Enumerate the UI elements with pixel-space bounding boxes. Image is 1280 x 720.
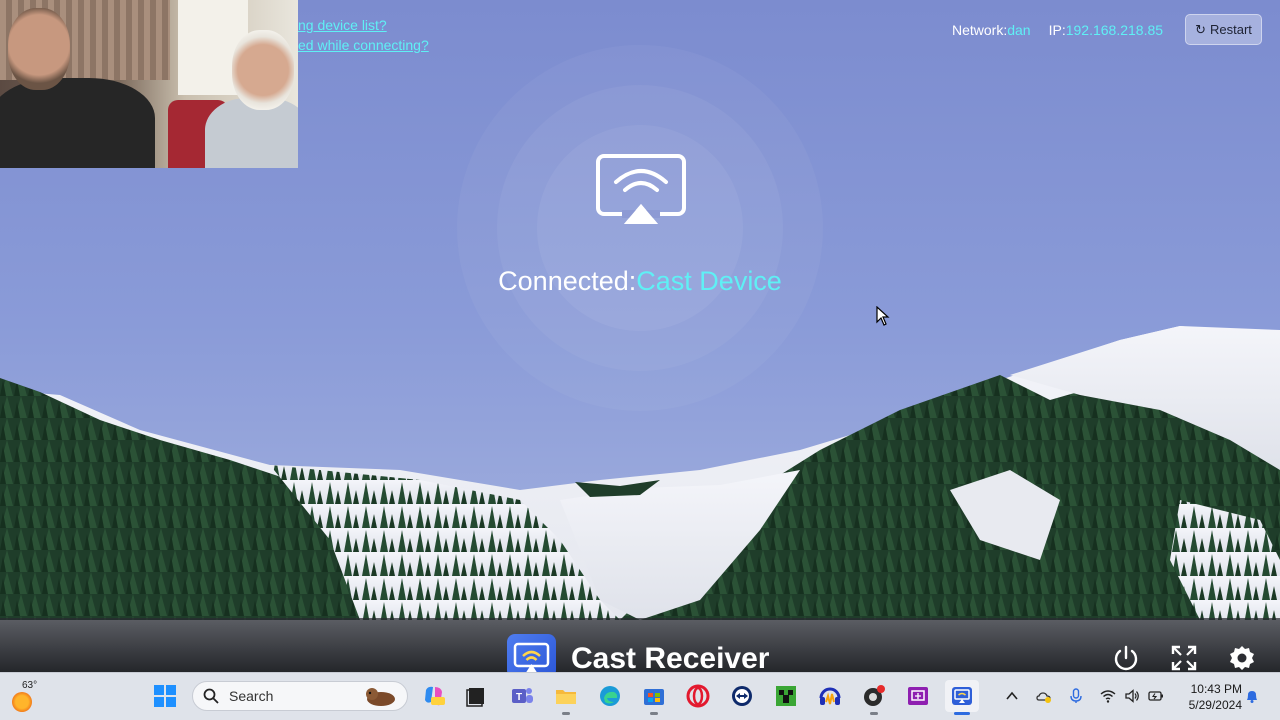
obs-icon: [864, 685, 885, 706]
running-indicator: [562, 712, 570, 715]
network-info: Network:dan IP:192.168.218.85: [952, 22, 1163, 38]
settings-icon: [1230, 646, 1254, 670]
file-explorer-icon: [556, 690, 576, 704]
active-indicator: [954, 712, 970, 715]
task-view-icon: [466, 688, 484, 707]
webcam-person-right-head: [232, 30, 294, 110]
webcam-person-left-head: [8, 8, 70, 90]
fullscreen-button[interactable]: [1168, 642, 1200, 674]
taskbar-obs[interactable]: [857, 680, 891, 715]
help-links: ng device list? ed while connecting?: [298, 15, 429, 55]
fullscreen-icon: [1171, 645, 1197, 671]
running-indicator: [650, 712, 658, 715]
volume-icon: [1125, 689, 1139, 703]
network-label: Network:: [952, 22, 1008, 38]
power-icon: [1114, 645, 1138, 671]
svg-text:T: T: [516, 692, 522, 703]
taskbar-screen-app[interactable]: [901, 680, 935, 712]
tray-wifi[interactable]: [1099, 686, 1117, 706]
taskbar-cast-receiver[interactable]: [945, 680, 979, 715]
network-value: dan: [1007, 22, 1031, 38]
search-placeholder: Search: [229, 688, 274, 704]
tray-volume[interactable]: [1123, 686, 1141, 706]
app-title: Cast Receiver: [571, 642, 770, 675]
weather-icon: [12, 692, 32, 712]
screen-cast-icon: [596, 154, 686, 224]
taskbar-minecraft[interactable]: [769, 680, 803, 712]
screen-app-icon: [908, 687, 928, 705]
taskbar-store[interactable]: [637, 680, 671, 715]
clock-time: 10:43 PM: [1190, 682, 1242, 696]
refresh-icon: ↻: [1195, 21, 1206, 37]
microphone-icon: [1070, 688, 1082, 703]
restart-label: Restart: [1210, 22, 1252, 37]
taskbar-teamviewer[interactable]: [725, 680, 759, 712]
connection-status: Connected:Cast Device: [0, 266, 1280, 297]
start-button[interactable]: [148, 680, 182, 712]
windows-start-icon: [154, 685, 176, 707]
battery-icon: [1148, 691, 1163, 701]
ip-label: IP:: [1048, 22, 1066, 38]
ip-value: 192.168.218.85: [1065, 22, 1164, 38]
cast-receiver-icon: [952, 687, 972, 705]
taskbar-teams[interactable]: T: [505, 680, 539, 712]
help-link-device-list[interactable]: ng device list?: [298, 15, 429, 35]
otter-icon: [366, 688, 395, 706]
help-link-connecting[interactable]: ed while connecting?: [298, 35, 429, 55]
taskbar-clock[interactable]: 10:43 PM 5/29/2024: [1178, 681, 1242, 713]
taskbar-edge[interactable]: [593, 680, 627, 712]
tray-onedrive[interactable]: [1035, 686, 1053, 706]
chevron-up-icon: [1006, 691, 1018, 700]
taskbar-opera[interactable]: [681, 680, 715, 712]
taskbar-search[interactable]: Search: [192, 681, 408, 711]
tray-overflow[interactable]: [1003, 686, 1021, 706]
settings-button[interactable]: [1226, 642, 1258, 674]
opera-icon: [686, 684, 710, 708]
taskbar-audio-app[interactable]: [813, 680, 847, 712]
tray-battery[interactable]: [1147, 686, 1165, 706]
edge-icon: [600, 686, 620, 706]
clock-date: 5/29/2024: [1188, 698, 1242, 712]
teams-icon: T: [512, 688, 533, 703]
notification-bell-icon: [1247, 691, 1257, 703]
taskbar-file-explorer[interactable]: [549, 680, 583, 715]
copilot-icon: [425, 686, 445, 706]
minecraft-icon: [776, 686, 796, 706]
store-icon: [644, 689, 664, 705]
connected-label: Connected:: [498, 266, 637, 296]
teamviewer-icon: [732, 686, 752, 706]
taskbar-copilot[interactable]: [417, 680, 451, 712]
tray-microphone[interactable]: [1067, 686, 1085, 706]
onedrive-icon: [1036, 692, 1051, 703]
webcam-overlay: [0, 0, 298, 168]
search-icon: [203, 688, 219, 704]
webcam-person-left: [0, 78, 155, 168]
weather-temp: 63°: [22, 680, 38, 691]
mouse-cursor-icon: [876, 306, 890, 326]
running-indicator: [870, 712, 878, 715]
wifi-icon: [1100, 690, 1116, 703]
device-name: Cast Device: [636, 266, 782, 296]
power-button[interactable]: [1110, 642, 1142, 674]
tray-notifications[interactable]: [1243, 686, 1261, 706]
taskbar-task-view[interactable]: [459, 680, 493, 712]
audio-app-icon: [819, 687, 841, 705]
weather-widget[interactable]: 63°: [8, 678, 48, 714]
restart-button[interactable]: ↻ Restart: [1185, 14, 1262, 45]
